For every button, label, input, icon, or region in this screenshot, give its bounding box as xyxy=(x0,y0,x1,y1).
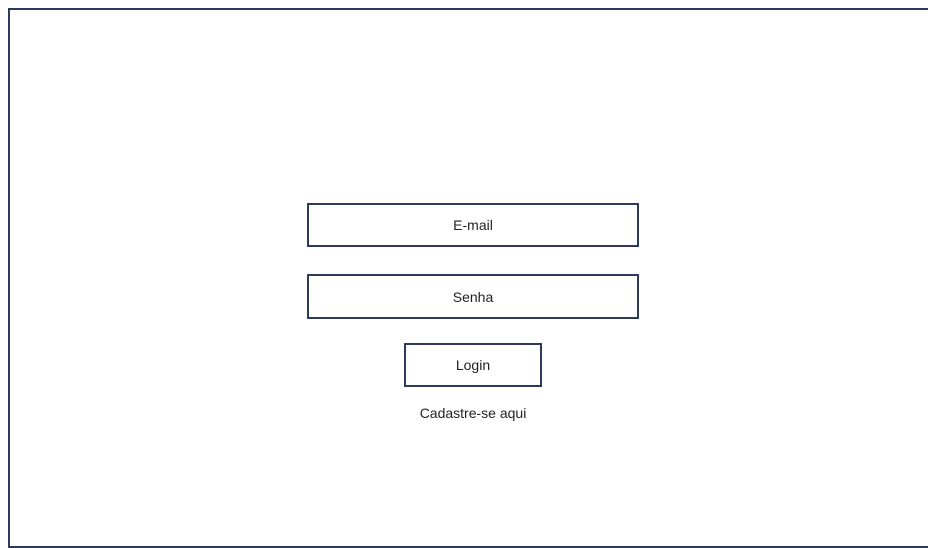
password-field[interactable] xyxy=(307,274,639,319)
email-field[interactable] xyxy=(307,203,639,247)
login-button[interactable]: Login xyxy=(404,343,542,387)
signup-link[interactable]: Cadastre-se aqui xyxy=(373,405,573,421)
